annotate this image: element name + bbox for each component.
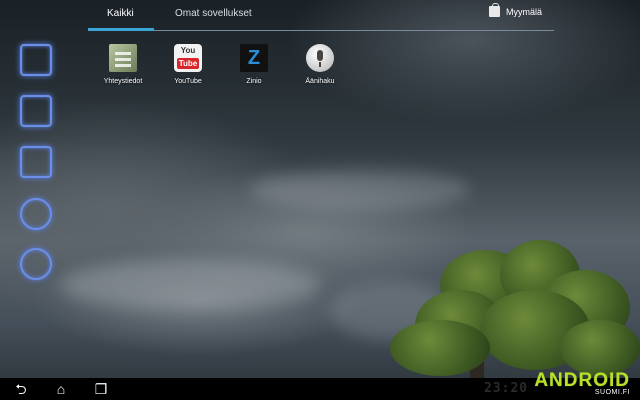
- dock-widget-slot[interactable]: [20, 146, 52, 178]
- tabbar-divider: [88, 30, 554, 31]
- tab-all[interactable]: Kaikki: [107, 8, 134, 19]
- youtube-logo-bottom: Tube: [177, 58, 199, 69]
- dock-widget-slot[interactable]: [20, 95, 52, 127]
- shopping-bag-icon: [488, 3, 500, 17]
- voice-search-icon: [306, 44, 334, 72]
- dock-widget-slot[interactable]: [20, 248, 52, 280]
- tree-foliage: [390, 320, 490, 376]
- contacts-icon: [109, 44, 137, 72]
- app-label: Äänihaku: [305, 78, 335, 85]
- system-navbar: ⮌ ⌂ ❐ 23:20 ANDROID SUOMI.FI: [0, 370, 640, 400]
- zinio-icon: Z: [240, 44, 268, 72]
- app-label: Zinio: [246, 78, 262, 85]
- home-button[interactable]: ⌂: [52, 381, 70, 397]
- tab-own-apps[interactable]: Omat sovellukset: [175, 8, 252, 19]
- tree-foliage: [560, 320, 640, 376]
- youtube-icon: You Tube: [174, 44, 202, 72]
- watermark-logo: ANDROID SUOMI.FI: [534, 370, 630, 396]
- app-youtube[interactable]: You Tube YouTube: [158, 44, 218, 85]
- back-button[interactable]: ⮌: [12, 381, 30, 397]
- app-label: Yhteystiedot: [103, 78, 143, 85]
- dock-widget-slot[interactable]: [20, 44, 52, 76]
- app-label: YouTube: [174, 78, 202, 85]
- dock-widget-slot[interactable]: [20, 198, 52, 230]
- store-button[interactable]: Myymälä: [488, 3, 542, 17]
- app-drawer-tabbar: Kaikki Omat sovellukset Myymälä: [88, 0, 554, 31]
- app-voice-search[interactable]: Äänihaku: [290, 44, 350, 85]
- active-tab-indicator: [88, 28, 154, 31]
- app-contacts[interactable]: Yhteystiedot: [93, 44, 153, 85]
- app-zinio[interactable]: Z Zinio: [224, 44, 284, 85]
- store-label: Myymälä: [505, 6, 542, 17]
- youtube-logo-top: You: [180, 46, 196, 55]
- recent-apps-button[interactable]: ❐: [92, 381, 110, 397]
- status-clock: 23:20: [484, 381, 529, 396]
